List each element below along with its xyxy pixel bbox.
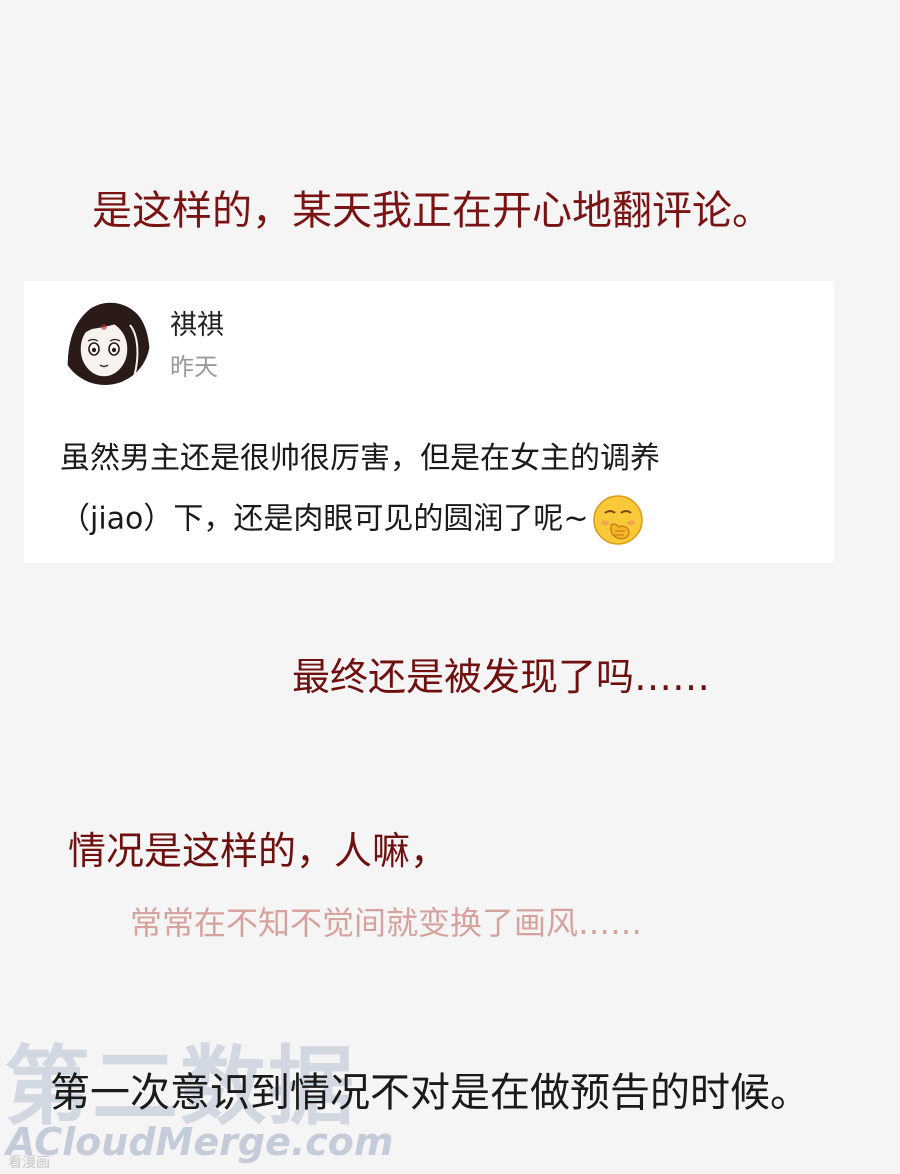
watermark-small-text: 看漫画 — [8, 1155, 50, 1171]
comment-username[interactable]: 祺祺 — [170, 303, 224, 342]
comment-text-line-1: 虽然男主还是很帅很厉害，但是在女主的调养 — [60, 441, 660, 476]
avatar-illustration-icon — [60, 295, 150, 385]
comment-timestamp: 昨天 — [170, 353, 218, 381]
narration-line-1: 是这样的，某天我正在开心地翻评论。 — [92, 188, 772, 234]
narration-line-2: 最终还是被发现了吗…… — [292, 655, 711, 699]
comment-card: 祺祺 昨天 虽然男主还是很帅很厉害，但是在女主的调养 （jiao）下，还是肉眼可… — [24, 281, 834, 563]
comment-text-line-2: （jiao）下，还是肉眼可见的圆润了呢~ — [60, 493, 645, 547]
narration-line-3: 情况是这样的，人嘛， — [68, 829, 449, 873]
user-avatar[interactable] — [60, 295, 150, 385]
blush-emoji-icon — [592, 495, 643, 545]
watermark-english: ACloudMerge.com — [6, 1120, 394, 1164]
narration-line-5: 第一次意识到情况不对是在做预告的时候。 — [50, 1070, 810, 1116]
narration-line-4: 常常在不知不觉间就变换了画风…… — [130, 904, 643, 942]
comment-text-line-2-text: （jiao）下，还是肉眼可见的圆润了呢~ — [60, 501, 589, 537]
